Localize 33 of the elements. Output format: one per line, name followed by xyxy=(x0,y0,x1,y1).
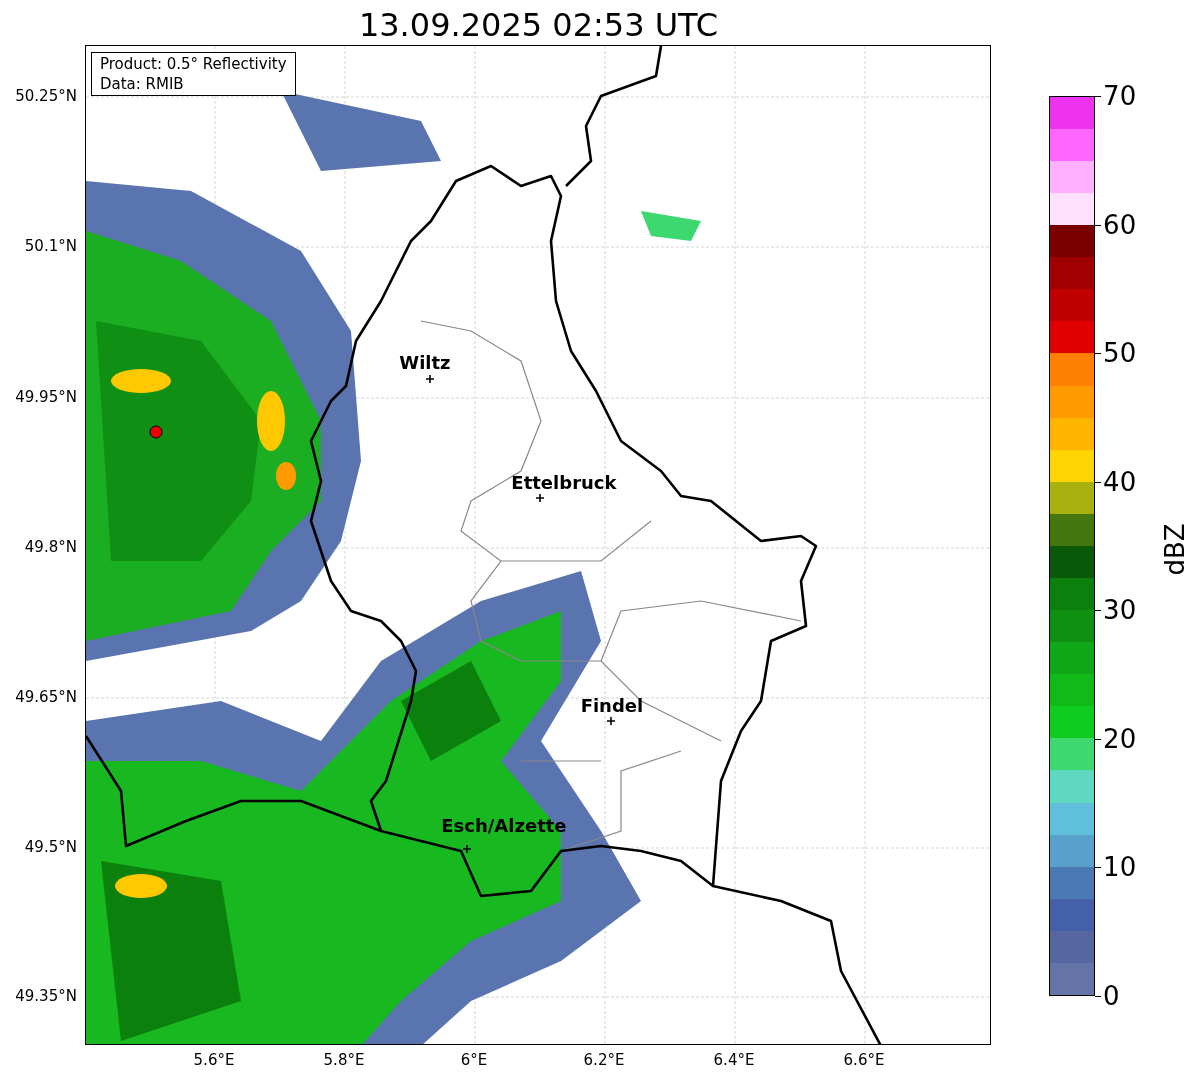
colorbar-tick-label: 30 xyxy=(1103,595,1137,626)
city-marker-icon xyxy=(606,717,615,725)
legend-text: Data: RMIB xyxy=(99,74,185,94)
longitude-tick-label: 5.8°E xyxy=(323,1051,365,1069)
colorbar-tick-label: 10 xyxy=(1103,852,1137,883)
longitude-tick-label: 6.4°E xyxy=(713,1051,755,1069)
colorbar-tick-label: 20 xyxy=(1103,723,1137,754)
colorbar-tick-label: 70 xyxy=(1103,81,1137,111)
longitude-tick-label: 6.2°E xyxy=(583,1051,625,1069)
city-marker-icon xyxy=(425,375,434,383)
latitude-tick-label: 49.35°N xyxy=(15,987,77,1005)
city-label: Wiltz xyxy=(399,353,451,373)
longitude-tick-label: 6°E xyxy=(460,1051,488,1069)
city-label: Ettelbruck xyxy=(511,473,617,493)
longitude-tick-label: 5.6°E xyxy=(193,1051,235,1069)
latitude-tick-label: 49.95°N xyxy=(15,388,77,406)
colorbar-tick-label: 60 xyxy=(1103,209,1137,240)
radar-site-icon xyxy=(148,425,163,439)
city-marker-icon xyxy=(535,494,544,502)
longitude-tick-label: 6.6°E xyxy=(843,1051,885,1069)
colorbar-label: dBZ xyxy=(1158,523,1184,576)
latitude-tick-label: 49.8°N xyxy=(24,538,77,556)
city-label: Findel xyxy=(580,696,644,716)
latitude-tick-label: 49.65°N xyxy=(15,688,77,706)
colorbar-tick-label: 50 xyxy=(1103,338,1137,369)
city-marker-icon xyxy=(462,845,471,853)
latitude-tick-label: 50.25°N xyxy=(15,87,77,105)
chart-title: 13.09.2025 02:53 UTC xyxy=(358,5,719,45)
latitude-tick-label: 50.1°N xyxy=(24,237,77,255)
colorbar-tick-label: 40 xyxy=(1103,466,1137,497)
legend-text: Product: 0.5° Reflectivity xyxy=(99,54,287,74)
colorbar-tick-label: 0 xyxy=(1103,981,1120,1011)
latitude-tick-label: 49.5°N xyxy=(24,838,77,856)
